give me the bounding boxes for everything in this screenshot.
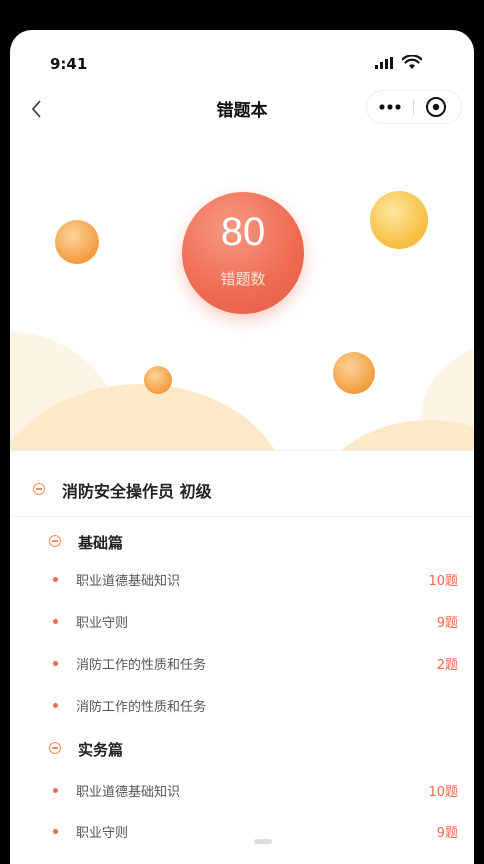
list-item[interactable]: 职业守则 9题	[10, 602, 474, 642]
phone-screen: 9:41 错题本 80 错题数 消防安全操作员 初级 基础篇 职业道德基础知识 …	[10, 30, 474, 864]
home-indicator	[254, 839, 272, 844]
bullet-dot	[53, 788, 58, 793]
item-label: 职业道德基础知识	[76, 785, 181, 800]
list-item[interactable]: 职业道德基础知识 10题	[10, 771, 474, 811]
item-count: 9题	[436, 826, 458, 841]
signal-icon	[375, 57, 393, 69]
item-count: 9题	[436, 616, 458, 631]
list-item[interactable]: 消防工作的性质和任务	[10, 686, 474, 726]
item-label: 职业守则	[76, 826, 129, 841]
item-label: 职业道德基础知识	[76, 574, 181, 589]
bullet-dot	[53, 577, 58, 582]
bullet-dot	[53, 619, 58, 624]
course-header[interactable]: 消防安全操作员 初级	[10, 464, 474, 514]
more-icon[interactable]	[367, 91, 413, 123]
list-item[interactable]: 职业道德基础知识 10题	[10, 560, 474, 600]
bullet-dot	[53, 703, 58, 708]
ball-top-right	[370, 191, 428, 249]
wrong-count-badge: 80 错题数	[182, 192, 304, 314]
section-title: 基础篇	[78, 534, 124, 552]
status-time: 9:41	[50, 55, 88, 73]
item-count: 10题	[428, 785, 458, 800]
item-count: 2题	[436, 658, 458, 673]
item-label: 消防工作的性质和任务	[76, 658, 207, 673]
mini-program-capsule	[366, 90, 462, 124]
section-header-practice[interactable]: 实务篇	[10, 729, 474, 769]
hero-banner: 80 错题数	[10, 132, 474, 450]
wrong-count-label: 错题数	[220, 270, 266, 288]
hill-right-front	[341, 420, 474, 450]
ball-right	[333, 352, 375, 394]
item-label: 职业守则	[76, 616, 129, 631]
course-title: 消防安全操作员 初级	[62, 482, 212, 501]
ball-small	[144, 366, 172, 394]
list-item[interactable]: 职业守则 9题	[10, 812, 474, 852]
status-bar: 9:41	[10, 30, 474, 88]
section-title: 实务篇	[78, 741, 124, 759]
close-target-icon[interactable]	[414, 91, 460, 123]
section-divider	[10, 450, 474, 451]
wifi-icon	[402, 55, 422, 69]
collapse-circle-icon	[49, 535, 61, 547]
wrong-count-value: 80	[220, 210, 266, 254]
item-label: 消防工作的性质和任务	[76, 700, 207, 715]
section-header-basic[interactable]: 基础篇	[10, 522, 474, 562]
bullet-dot	[53, 829, 58, 834]
bullet-dot	[53, 661, 58, 666]
list-item[interactable]: 消防工作的性质和任务 2题	[10, 644, 474, 684]
navigation-bar: 错题本	[10, 88, 474, 132]
collapse-circle-icon	[49, 742, 61, 754]
course-divider	[10, 516, 474, 517]
item-count: 10题	[428, 574, 458, 589]
ball-left	[55, 220, 99, 264]
collapse-circle-icon	[33, 483, 45, 495]
